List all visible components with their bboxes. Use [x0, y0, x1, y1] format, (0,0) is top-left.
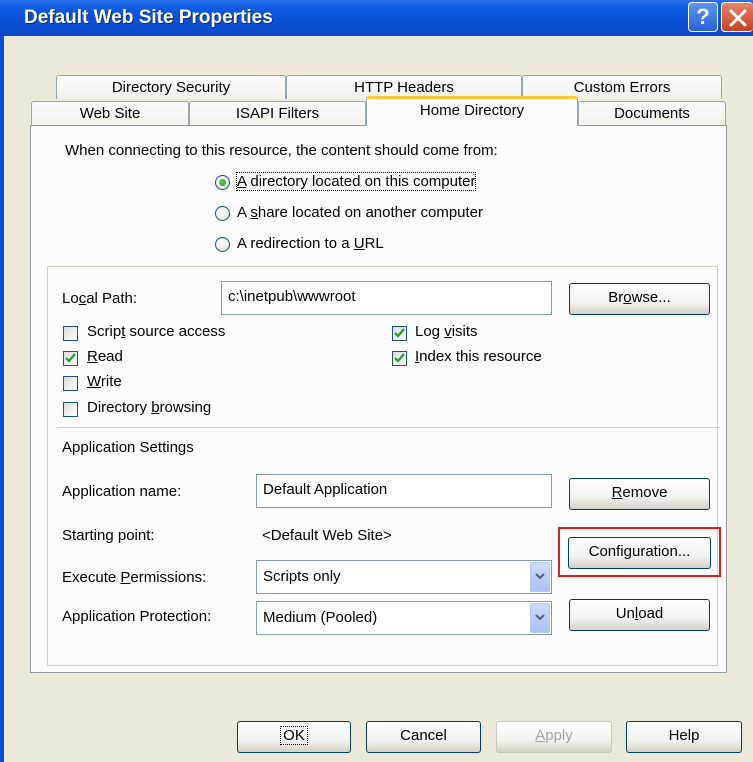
apply-button[interactable]: Apply [496, 721, 612, 753]
content-source-prompt: When connecting to this resource, the co… [65, 142, 498, 159]
radio-local-directory-label[interactable]: A directory located on this computer [235, 172, 477, 191]
tab-home-directory[interactable]: Home Directory [366, 96, 578, 126]
checkmark-icon [394, 353, 405, 363]
write-label[interactable]: Write [87, 373, 122, 390]
tab-directory-security[interactable]: Directory Security [56, 75, 286, 99]
radio-network-share-label[interactable]: A share located on another computer [237, 204, 483, 221]
chevron-down-icon [535, 614, 545, 621]
application-settings-heading: Application Settings [62, 439, 194, 456]
index-resource-checkbox[interactable] [392, 351, 407, 366]
cancel-button[interactable]: Cancel [366, 721, 481, 753]
checkmark-icon [394, 328, 405, 338]
application-name-input[interactable]: Default Application [256, 474, 552, 508]
radio-local-directory[interactable] [215, 175, 230, 190]
configuration-button[interactable]: Configuration... [568, 537, 711, 569]
tab-isapi-filters[interactable]: ISAPI Filters [189, 101, 366, 125]
index-resource-label[interactable]: Index this resource [415, 348, 542, 365]
checkmark-icon [65, 353, 76, 363]
script-source-access-checkbox[interactable] [63, 326, 78, 341]
application-protection-select[interactable]: Medium (Pooled) [256, 601, 552, 635]
radio-url-redirection[interactable] [215, 237, 230, 252]
application-protection-value: Medium (Pooled) [263, 609, 378, 626]
window-frame [0, 36, 4, 762]
separator [58, 427, 720, 428]
dropdown-arrow-button[interactable] [530, 562, 550, 592]
ok-button[interactable]: OK [237, 721, 351, 753]
starting-point-value: <Default Web Site> [262, 527, 392, 544]
directory-browsing-label[interactable]: Directory browsing [87, 399, 211, 416]
tab-documents[interactable]: Documents [578, 101, 726, 125]
directory-browsing-checkbox[interactable] [63, 402, 78, 417]
close-icon [729, 9, 747, 27]
log-visits-label[interactable]: Log visits [415, 323, 478, 340]
execute-permissions-value: Scripts only [263, 568, 341, 585]
local-path-label: Local Path: [62, 290, 138, 307]
read-checkbox[interactable] [63, 351, 78, 366]
close-button[interactable] [721, 2, 753, 32]
read-label[interactable]: Read [87, 348, 123, 365]
application-name-label: Application name: [62, 483, 182, 500]
dropdown-arrow-button[interactable] [530, 603, 550, 633]
ok-button-label: OK [280, 726, 308, 745]
remove-button[interactable]: Remove [569, 478, 710, 510]
unload-button[interactable]: Unload [569, 599, 710, 631]
write-checkbox[interactable] [63, 376, 78, 391]
application-protection-label: Application Protection: [62, 608, 212, 625]
radio-url-redirection-label[interactable]: A redirection to a URL [237, 235, 384, 252]
execute-permissions-select[interactable]: Scripts only [256, 560, 552, 594]
local-path-input[interactable]: c:\inetpub\wwwroot [221, 281, 552, 315]
starting-point-label: Starting point: [62, 527, 155, 544]
browse-button[interactable]: Browse... [569, 283, 710, 315]
radio-network-share[interactable] [215, 206, 230, 221]
help-title-button[interactable]: ? [688, 2, 718, 32]
help-button[interactable]: Help [626, 721, 742, 753]
script-source-access-label[interactable]: Script source access [87, 323, 225, 340]
window-title: Default Web Site Properties [24, 7, 273, 28]
chevron-down-icon [535, 573, 545, 580]
log-visits-checkbox[interactable] [392, 326, 407, 341]
execute-permissions-label: Execute Permissions: [62, 569, 207, 586]
tab-web-site[interactable]: Web Site [31, 101, 189, 125]
